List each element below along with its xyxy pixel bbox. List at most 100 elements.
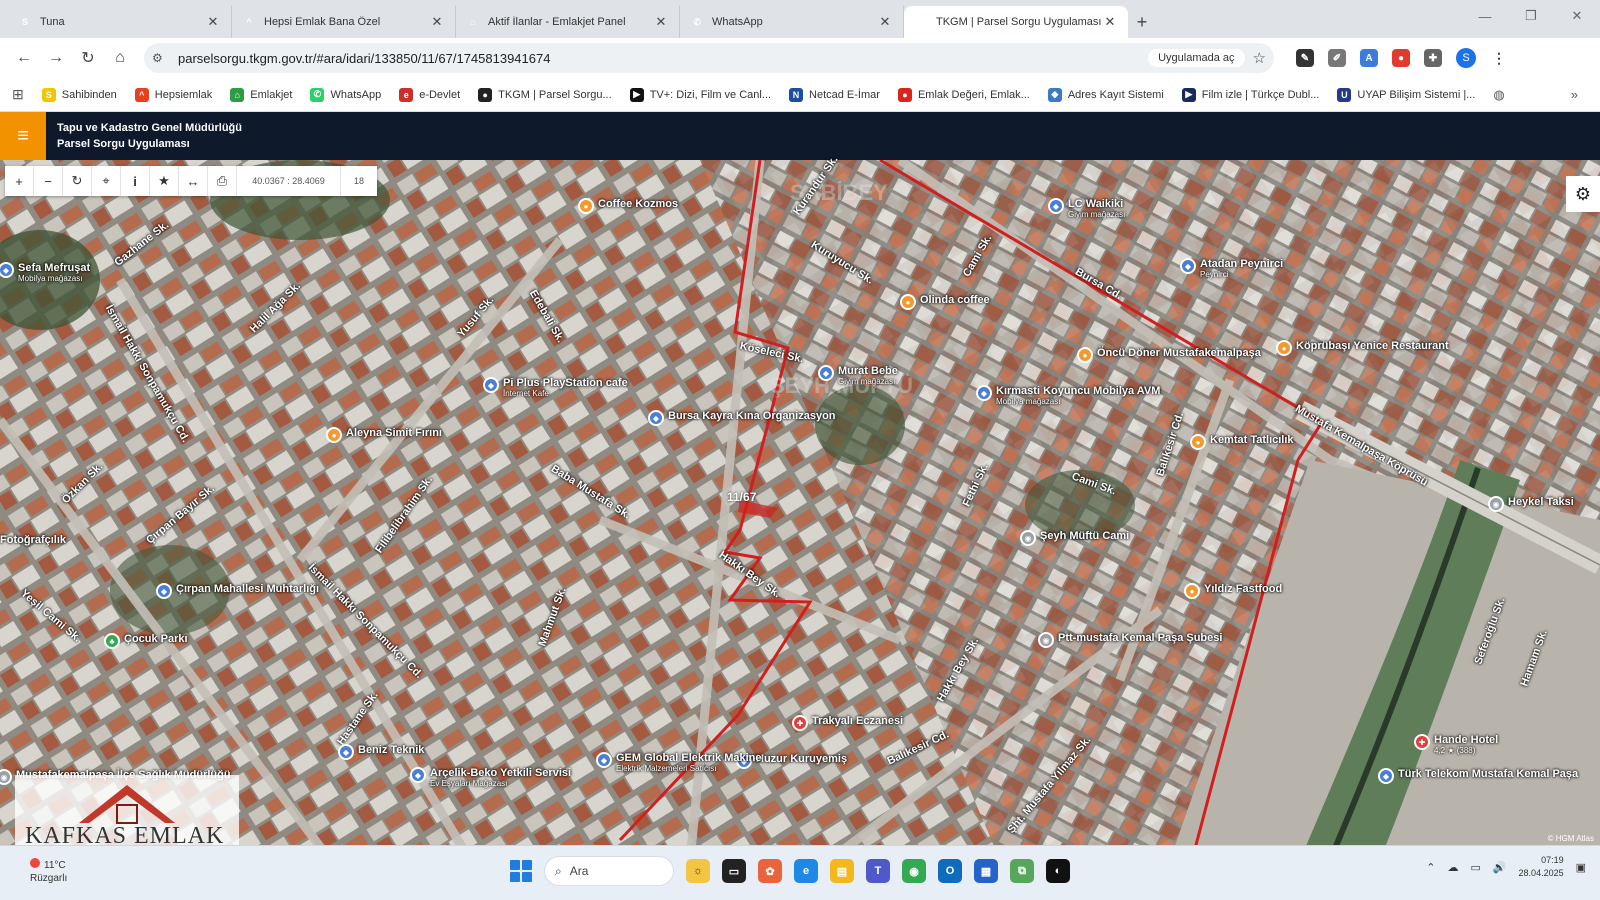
open-in-app-button[interactable]: Uygulamada aç xyxy=(1148,49,1245,67)
teams-icon[interactable]: T xyxy=(866,859,890,883)
globe-icon[interactable]: ◍ xyxy=(1493,87,1504,103)
more-bookmarks-icon[interactable]: » xyxy=(1571,87,1578,102)
reload-icon[interactable]: ↻ xyxy=(72,42,104,74)
place-label[interactable]: Heykel Taksi xyxy=(1508,496,1574,508)
place-label[interactable]: Beniz Teknik xyxy=(358,744,424,756)
tab-tuna[interactable]: S Tuna ✕ xyxy=(8,6,232,38)
terminal-app-icon[interactable]: ◐ xyxy=(1046,859,1070,883)
restore-icon[interactable]: ❐ xyxy=(1508,0,1554,32)
tray-chevron-icon[interactable]: ⌃ xyxy=(1426,861,1435,874)
zoom-out-icon[interactable]: − xyxy=(34,166,63,196)
bookmark-item[interactable]: ⌂ Emlakjet xyxy=(230,87,292,102)
network-app-icon[interactable]: ⧉ xyxy=(1010,859,1034,883)
tab-hepsiemlak[interactable]: ^ Hepsi Emlak Bana Özel ✕ xyxy=(232,6,456,38)
place-pin-icon[interactable]: ● xyxy=(326,427,342,443)
bookmark-item[interactable]: ◆ Adres Kayıt Sistemi xyxy=(1047,87,1164,102)
forward-icon[interactable]: → xyxy=(40,42,72,74)
place-label[interactable]: Pi Plus PlayStation cafe İnternet Kafe xyxy=(503,377,628,398)
place-pin-icon[interactable]: ♣ xyxy=(104,633,120,649)
place-pin-icon[interactable]: ✚ xyxy=(1414,734,1430,750)
back-icon[interactable]: ← xyxy=(8,42,40,74)
place-pin-icon[interactable]: ◆ xyxy=(483,377,499,393)
copilot-icon[interactable]: ✿ xyxy=(758,859,782,883)
place-label[interactable]: Aleyna Simit Fırını xyxy=(346,427,442,439)
outlook-icon[interactable]: O xyxy=(938,859,962,883)
place-label[interactable]: GEM Global Elektrik Makine Elektrik Malze… xyxy=(616,752,762,773)
place-label[interactable]: Murat Bebe Giyim mağazası xyxy=(838,365,898,386)
place-pin-icon[interactable]: ● xyxy=(1184,583,1200,599)
windows-start-icon[interactable] xyxy=(510,860,532,882)
apps-grid-icon[interactable]: ⊞ xyxy=(12,86,24,103)
place-pin-icon[interactable]: ● xyxy=(900,294,916,310)
bookmark-item[interactable]: ▶ TV+: Dizi, Film ve Canl... xyxy=(629,87,771,102)
eyedropper-extension-icon[interactable]: ✎ xyxy=(1296,49,1314,67)
place-label[interactable]: Coffee Kozmos xyxy=(598,198,678,210)
bookmark-item[interactable]: ^ Hepsiemlak xyxy=(134,87,212,102)
close-window-icon[interactable]: ✕ xyxy=(1554,0,1600,32)
place-label[interactable]: Yıldız Fastfood xyxy=(1204,583,1282,595)
tab-tkgm-parsel[interactable]: ● TKGM | Parsel Sorgu Uygulaması ✕ xyxy=(904,6,1128,38)
place-label[interactable]: Atadan Peynirci Peynirci xyxy=(1200,258,1283,279)
chrome-icon[interactable]: ◉ xyxy=(902,859,926,883)
bookmark-item[interactable]: ✆ WhatsApp xyxy=(310,87,381,102)
place-pin-icon[interactable]: ◆ xyxy=(1048,198,1064,214)
place-label[interactable]: Şeyh Müftü Cami xyxy=(1040,530,1129,542)
zoom-in-icon[interactable]: + xyxy=(5,166,34,196)
place-pin-icon[interactable]: ◆ xyxy=(976,385,992,401)
place-pin-icon[interactable]: ◆ xyxy=(410,767,426,783)
puzzle-extensions-icon[interactable]: ✚ xyxy=(1424,49,1442,67)
hamburger-menu-icon[interactable]: ≡ xyxy=(0,112,46,160)
place-label[interactable]: Çırpan Mahallesi Muhtarlığı xyxy=(176,583,319,595)
place-pin-icon[interactable]: ◆ xyxy=(1180,258,1196,274)
place-label[interactable]: Arçelik-Beko Yetkili Servisi Ev Eşyaları … xyxy=(430,767,571,788)
bookmark-star-icon[interactable]: ☆ xyxy=(1253,49,1266,67)
place-pin-icon[interactable]: ● xyxy=(1276,340,1292,356)
print-icon[interactable]: ⎙ xyxy=(208,166,237,196)
place-label[interactable]: Çocuk Parkı xyxy=(124,633,188,645)
bookmark-item[interactable]: e e-Devlet xyxy=(399,87,460,102)
map-settings-gear-icon[interactable]: ⚙ xyxy=(1566,176,1600,212)
place-pin-icon[interactable]: ◉ xyxy=(1488,496,1504,512)
place-label[interactable]: Kemtat Tatlıcılık xyxy=(1210,434,1294,446)
site-info-icon[interactable]: ⚙ xyxy=(152,51,170,65)
place-pin-icon[interactable]: ✚ xyxy=(792,715,808,731)
home-icon[interactable]: ⌂ xyxy=(104,42,136,74)
place-label[interactable]: Hande Hotel 4,2 ★ (388) xyxy=(1434,734,1498,755)
place-pin-icon[interactable]: ◆ xyxy=(818,365,834,381)
place-label[interactable]: Sefa Mefruşat Mobilya mağazası xyxy=(18,262,90,283)
edge-icon[interactable]: e xyxy=(794,859,818,883)
taskbar-search[interactable]: ⌕ Ara xyxy=(544,856,674,886)
bookmark-item[interactable]: ▶ Film izle | Türkçe Dubl... xyxy=(1181,87,1319,102)
translate-extension-icon[interactable]: A xyxy=(1360,49,1378,67)
place-pin-icon[interactable]: ◆ xyxy=(338,744,354,760)
tab-whatsapp[interactable]: ✆ WhatsApp ✕ xyxy=(680,6,904,38)
onedrive-icon[interactable]: ☁ xyxy=(1447,861,1458,874)
place-label[interactable]: Trakyalı Eczanesi xyxy=(812,715,903,727)
close-tab-icon[interactable]: ✕ xyxy=(877,14,893,30)
bookmark-item[interactable]: ● Emlak Değeri, Emlak... xyxy=(897,87,1030,102)
place-label[interactable]: Köprübaşı Yenice Restaurant xyxy=(1296,340,1449,352)
url-text[interactable]: parselsorgu.tkgm.gov.tr/#ara/idari/13385… xyxy=(178,51,1148,66)
favorite-star-icon[interactable]: ★ xyxy=(150,166,179,196)
place-pin-icon[interactable]: ● xyxy=(1190,434,1206,450)
place-label[interactable]: Türk Telekom Mustafa Kemal Paşa xyxy=(1398,768,1578,780)
place-label[interactable]: Ptt-mustafa Kemal Paşa Şubesi xyxy=(1058,632,1222,644)
place-pin-icon[interactable]: ● xyxy=(578,198,594,214)
place-pin-icon[interactable]: ◆ xyxy=(156,583,172,599)
place-label[interactable]: LC Waikiki Giyim mağazası xyxy=(1068,198,1125,219)
place-label[interactable]: Olinda coffee xyxy=(920,294,990,306)
place-label[interactable]: Kırmasti Koyuncu Mobilya AVM Mobilya mağa… xyxy=(996,385,1160,406)
close-tab-icon[interactable]: ✕ xyxy=(653,14,669,30)
close-tab-icon[interactable]: ✕ xyxy=(1102,14,1118,30)
place-pin-icon[interactable]: ● xyxy=(1077,347,1093,363)
bookmark-item[interactable]: ● TKGM | Parsel Sorgu... xyxy=(478,87,612,102)
place-pin-icon[interactable]: ◆ xyxy=(648,410,664,426)
place-label[interactable]: Huzur Kuruyemiş xyxy=(756,753,847,765)
profile-avatar[interactable]: S xyxy=(1456,48,1476,68)
place-pin-icon[interactable]: ◉ xyxy=(1020,530,1036,546)
place-pin-icon[interactable]: ◉ xyxy=(1038,632,1054,648)
bookmark-item[interactable]: N Netcad E-İmar xyxy=(789,87,880,102)
measure-icon[interactable]: ↔ xyxy=(179,166,208,196)
weather-widget[interactable]: 11°C Rüzgarlı xyxy=(30,858,67,885)
tab-emlakjet[interactable]: ⌂ Aktif İlanlar - Emlakjet Panel ✕ xyxy=(456,6,680,38)
